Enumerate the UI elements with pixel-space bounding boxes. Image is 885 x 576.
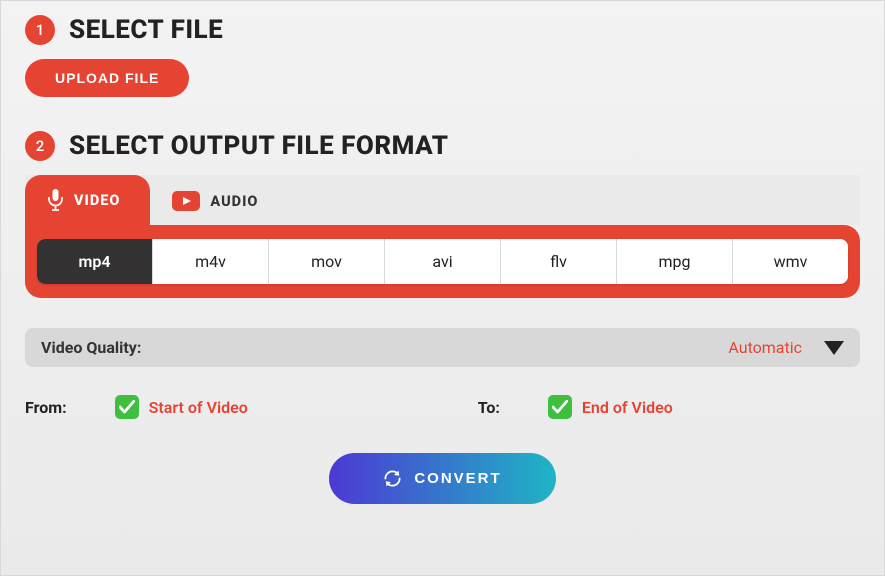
chevron-down-icon: [824, 341, 844, 355]
from-block: From: Start of Video: [25, 395, 248, 419]
from-label: From:: [25, 398, 67, 417]
tab-video-label: VIDEO: [74, 192, 120, 209]
format-mp4[interactable]: mp4: [37, 239, 153, 284]
format-tabs: VIDEO AUDIO: [25, 175, 860, 225]
format-mpg[interactable]: mpg: [617, 239, 733, 284]
format-avi[interactable]: avi: [385, 239, 501, 284]
step1-header: 1 SELECT FILE: [25, 15, 860, 45]
tab-video[interactable]: VIDEO: [25, 175, 150, 225]
convert-wrap: CONVERT: [25, 453, 860, 504]
to-checkbox[interactable]: End of Video: [548, 395, 673, 419]
quality-value: Automatic: [728, 338, 802, 357]
step1-title: SELECT FILE: [69, 15, 223, 45]
quality-bar: Video Quality: Automatic: [25, 328, 860, 367]
format-grid: mp4 m4v mov avi flv mpg wmv: [37, 239, 848, 284]
format-wmv[interactable]: wmv: [733, 239, 848, 284]
check-icon: [548, 395, 572, 419]
to-label: To:: [478, 398, 500, 417]
step2-badge: 2: [25, 131, 55, 161]
quality-label: Video Quality:: [41, 338, 141, 357]
format-mov[interactable]: mov: [269, 239, 385, 284]
microphone-icon: [47, 189, 64, 211]
format-flv[interactable]: flv: [501, 239, 617, 284]
step1-badge: 1: [25, 15, 55, 45]
format-m4v[interactable]: m4v: [153, 239, 269, 284]
step2-title: SELECT OUTPUT FILE FORMAT: [69, 131, 448, 161]
to-value: End of Video: [582, 398, 673, 417]
from-checkbox[interactable]: Start of Video: [115, 395, 248, 419]
sync-icon: [383, 469, 402, 488]
from-value: Start of Video: [149, 398, 248, 417]
convert-label: CONVERT: [414, 470, 501, 487]
to-block: To: End of Video: [478, 395, 673, 419]
play-icon: [172, 191, 200, 211]
tab-audio[interactable]: AUDIO: [150, 177, 288, 225]
check-icon: [115, 395, 139, 419]
format-panel: mp4 m4v mov avi flv mpg wmv: [25, 225, 860, 298]
tab-audio-label: AUDIO: [210, 193, 258, 210]
step2-header: 2 SELECT OUTPUT FILE FORMAT: [25, 131, 860, 161]
trim-row: From: Start of Video To: End of Video: [25, 395, 860, 419]
convert-button[interactable]: CONVERT: [329, 453, 555, 504]
upload-button[interactable]: UPLOAD FILE: [25, 59, 189, 97]
quality-select[interactable]: Automatic: [728, 338, 844, 357]
